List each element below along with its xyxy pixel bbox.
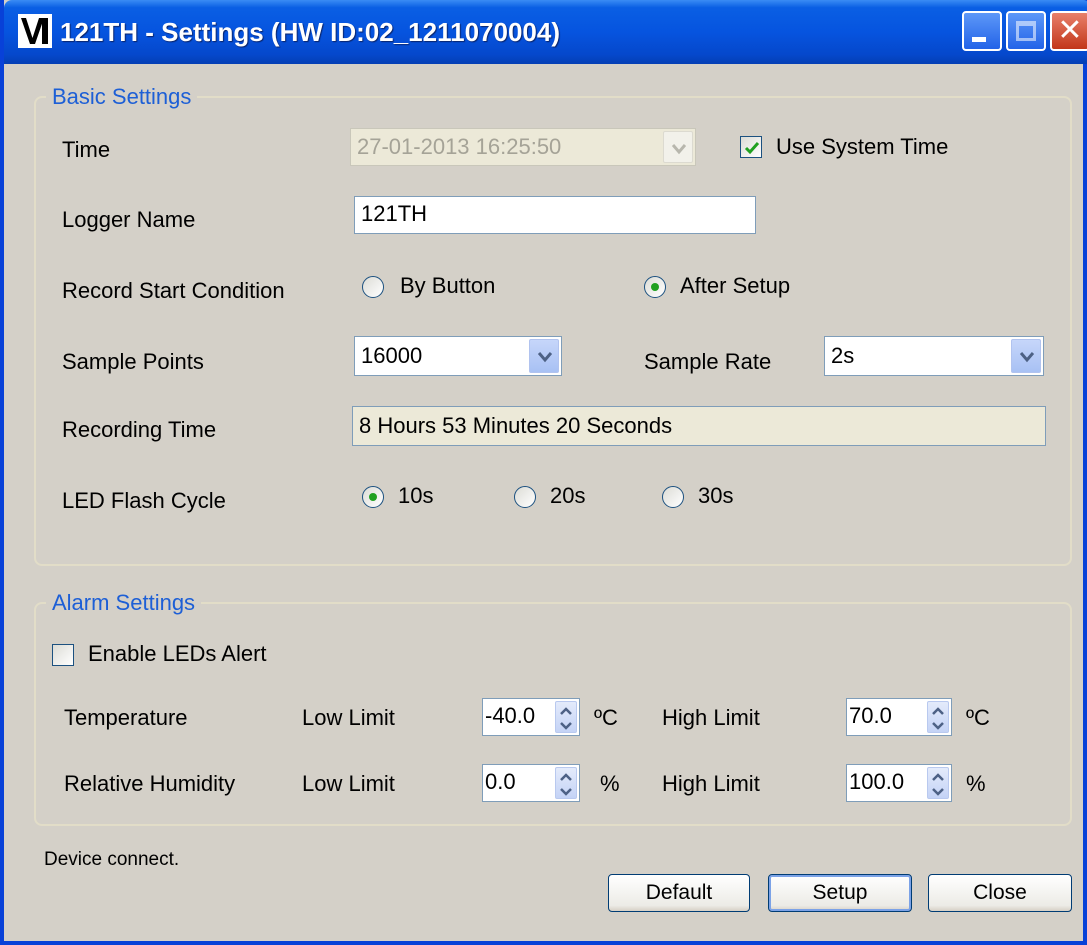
- enable-leds-alert-checkbox[interactable]: [52, 644, 74, 666]
- temperature-high-unit: ºC: [966, 705, 990, 730]
- close-window-button[interactable]: ✕: [1050, 11, 1087, 51]
- recording-time-label: Recording Time: [62, 417, 217, 442]
- spin-down-icon: [932, 788, 944, 796]
- humidity-high-limit-label: High Limit: [662, 771, 760, 796]
- humidity-low-value: 0.0: [485, 769, 516, 794]
- temperature-high-value: 70.0: [849, 703, 892, 728]
- led-30s-radio[interactable]: [662, 486, 684, 508]
- app-logo-icon: [18, 14, 52, 48]
- window-title: 121TH - Settings (HW ID:02_1211070004): [60, 17, 560, 47]
- by-button-label[interactable]: By Button: [400, 272, 495, 300]
- dropdown-arrow-icon: [538, 352, 552, 363]
- default-button[interactable]: Default: [608, 874, 750, 912]
- minimize-button[interactable]: [962, 11, 1002, 51]
- minimize-icon: [972, 37, 986, 42]
- dropdown-arrow-icon: [1020, 352, 1034, 363]
- spin-up-icon: [560, 773, 572, 781]
- humidity-high-spin[interactable]: 100.0: [846, 764, 952, 802]
- led-30s-label[interactable]: 30s: [698, 482, 733, 510]
- temperature-low-spin-buttons[interactable]: [555, 701, 577, 733]
- humidity-low-spin[interactable]: 0.0: [482, 764, 580, 802]
- led-10s-label[interactable]: 10s: [398, 482, 433, 510]
- temperature-high-limit-label: High Limit: [662, 705, 760, 730]
- sample-points-label: Sample Points: [62, 349, 204, 374]
- time-picker[interactable]: 27-01-2013 16:25:50: [350, 128, 696, 166]
- led-10s-radio[interactable]: [362, 486, 384, 508]
- close-button[interactable]: Close: [928, 874, 1072, 912]
- dropdown-arrow-icon: [672, 144, 686, 155]
- alarm-settings-legend: Alarm Settings: [46, 590, 202, 616]
- sample-rate-value: 2s: [831, 343, 855, 368]
- after-setup-label[interactable]: After Setup: [680, 272, 790, 300]
- maximize-icon: [1016, 21, 1036, 41]
- humidity-low-unit: %: [600, 771, 620, 796]
- temperature-low-spin[interactable]: -40.0: [482, 698, 580, 736]
- status-text: Device connect.: [44, 849, 180, 870]
- time-label: Time: [62, 137, 111, 162]
- spin-down-icon: [560, 788, 572, 796]
- logger-name-label: Logger Name: [62, 207, 196, 232]
- humidity-label: Relative Humidity: [64, 771, 236, 796]
- sample-points-select[interactable]: 16000: [354, 336, 562, 376]
- temperature-low-value: -40.0: [485, 703, 536, 728]
- humidity-low-limit-label: Low Limit: [302, 771, 395, 796]
- by-button-radio[interactable]: [362, 276, 384, 298]
- checkmark-icon: [744, 142, 760, 155]
- sample-points-dropdown-button[interactable]: [529, 339, 559, 373]
- spin-up-icon: [932, 773, 944, 781]
- basic-settings-legend: Basic Settings: [46, 84, 198, 110]
- temperature-high-spin[interactable]: 70.0: [846, 698, 952, 736]
- time-value: 27-01-2013 16:25:50: [357, 134, 562, 159]
- spin-down-icon: [560, 722, 572, 730]
- led-20s-label[interactable]: 20s: [550, 482, 585, 510]
- temperature-high-spin-buttons[interactable]: [927, 701, 949, 733]
- spin-up-icon: [932, 707, 944, 715]
- use-system-time-checkbox[interactable]: [740, 136, 762, 158]
- sample-rate-select[interactable]: 2s: [824, 336, 1044, 376]
- humidity-high-spin-buttons[interactable]: [927, 767, 949, 799]
- recording-time-field: 8 Hours 53 Minutes 20 Seconds: [352, 406, 1046, 446]
- use-system-time-label[interactable]: Use System Time: [776, 133, 948, 161]
- settings-window: 121TH - Settings (HW ID:02_1211070004) ✕…: [0, 0, 1087, 945]
- spin-up-icon: [560, 707, 572, 715]
- led-flash-cycle-label: LED Flash Cycle: [62, 488, 226, 513]
- close-icon: ✕: [1057, 14, 1083, 47]
- humidity-low-spin-buttons[interactable]: [555, 767, 577, 799]
- temperature-label: Temperature: [64, 705, 188, 730]
- maximize-button[interactable]: [1006, 11, 1046, 51]
- sample-points-value: 16000: [361, 343, 423, 368]
- led-20s-radio[interactable]: [514, 486, 536, 508]
- sample-rate-label: Sample Rate: [644, 349, 772, 374]
- after-setup-radio[interactable]: [644, 276, 666, 298]
- spin-down-icon: [932, 722, 944, 730]
- record-start-label: Record Start Condition: [62, 278, 285, 303]
- setup-button[interactable]: Setup: [768, 874, 912, 912]
- temperature-low-limit-label: Low Limit: [302, 705, 395, 730]
- logger-name-input[interactable]: 121TH: [354, 196, 756, 234]
- sample-rate-dropdown-button[interactable]: [1011, 339, 1041, 373]
- temperature-low-unit: ºC: [594, 705, 618, 730]
- enable-leds-alert-label[interactable]: Enable LEDs Alert: [88, 640, 267, 668]
- humidity-high-unit: %: [966, 771, 986, 796]
- time-dropdown-button[interactable]: [663, 131, 693, 163]
- title-bar[interactable]: 121TH - Settings (HW ID:02_1211070004) ✕: [4, 0, 1087, 64]
- humidity-high-value: 100.0: [849, 769, 905, 794]
